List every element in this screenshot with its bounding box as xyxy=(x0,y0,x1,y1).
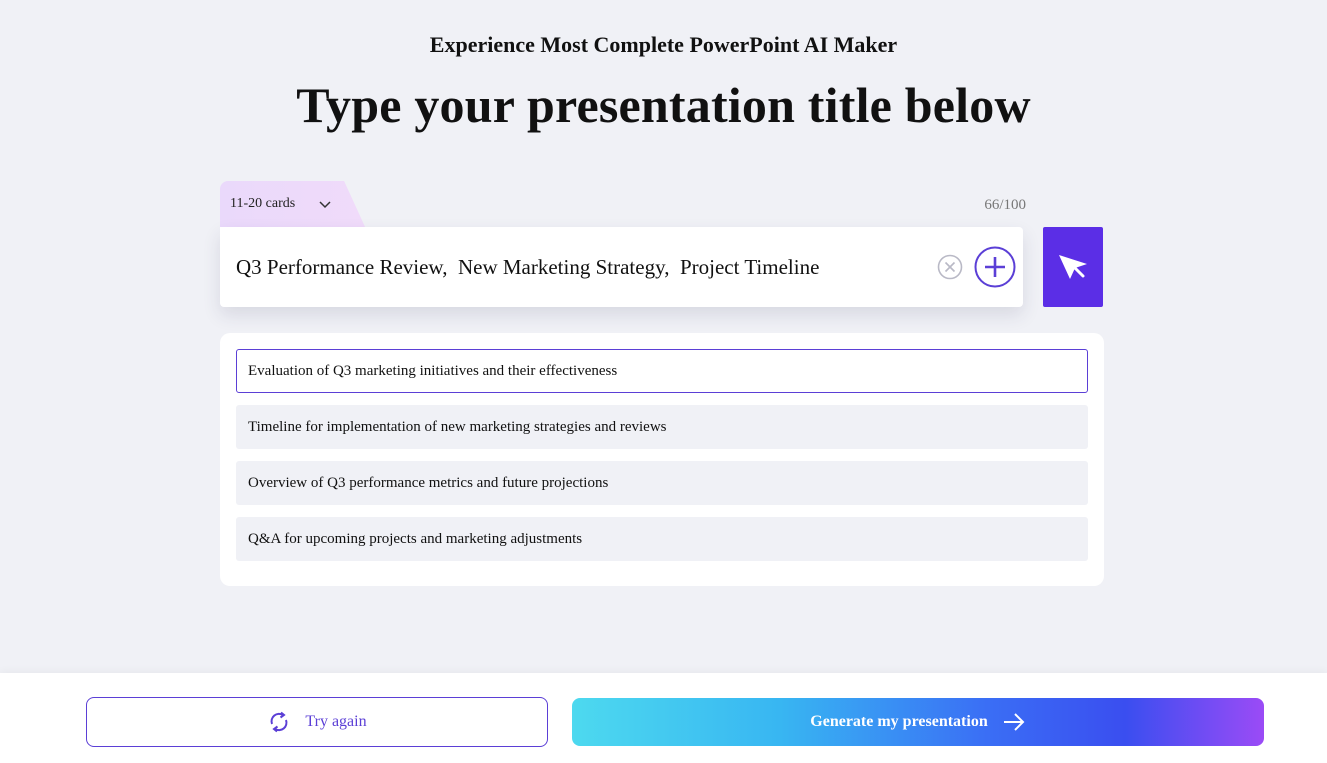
outline-item[interactable]: Evaluation of Q3 marketing initiatives a… xyxy=(236,349,1088,393)
title-input-container xyxy=(220,227,1023,307)
outline-panel: Evaluation of Q3 marketing initiatives a… xyxy=(220,333,1104,586)
generate-label: Generate my presentation xyxy=(810,713,988,730)
chevron-down-icon xyxy=(317,196,333,212)
page-subtitle: Experience Most Complete PowerPoint AI M… xyxy=(429,32,898,57)
outline-item[interactable]: Q&A for upcoming projects and marketing … xyxy=(236,517,1088,561)
send-cursor-icon xyxy=(1059,255,1087,279)
submit-title-button[interactable] xyxy=(1043,227,1103,307)
page-title: Type your presentation title below xyxy=(296,77,1031,133)
clear-input-button[interactable] xyxy=(936,253,964,281)
presentation-title-input[interactable] xyxy=(236,254,926,280)
outline-item[interactable]: Timeline for implementation of new marke… xyxy=(236,405,1088,449)
try-again-label: Try again xyxy=(305,713,367,730)
add-topic-button[interactable] xyxy=(974,246,1016,288)
clear-icon xyxy=(937,254,963,280)
cards-count-dropdown[interactable]: 11-20 cards xyxy=(220,181,366,229)
footer-bar: Try again Generate my presentation xyxy=(0,673,1327,763)
generate-presentation-button[interactable]: Generate my presentation xyxy=(572,698,1264,746)
try-again-button[interactable]: Try again xyxy=(86,697,548,747)
outline-item[interactable]: Overview of Q3 performance metrics and f… xyxy=(236,461,1088,505)
arrow-right-icon xyxy=(1003,713,1025,731)
character-counter: 66/100 xyxy=(984,197,1026,213)
cards-count-label: 11-20 cards xyxy=(230,196,296,211)
plus-icon xyxy=(974,246,1016,288)
refresh-icon xyxy=(270,711,288,733)
